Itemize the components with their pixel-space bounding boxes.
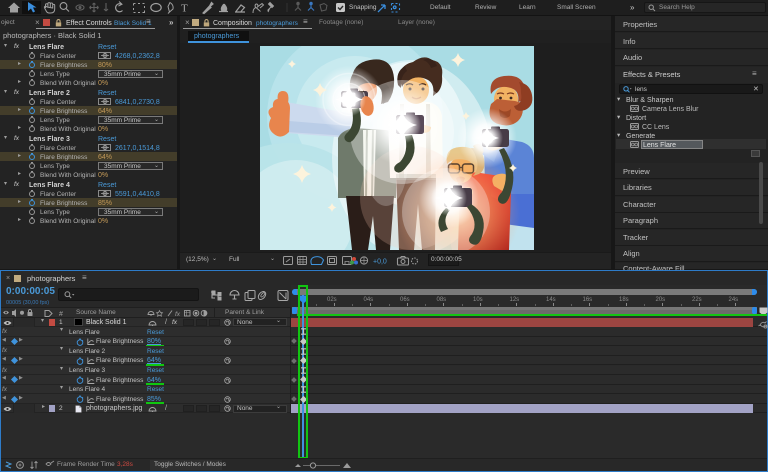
svg-text:T: T (181, 3, 188, 15)
svg-text:fx: fx (175, 311, 181, 317)
svg-text:+0,0: +0,0 (373, 259, 387, 266)
svg-text:#: # (59, 311, 63, 317)
